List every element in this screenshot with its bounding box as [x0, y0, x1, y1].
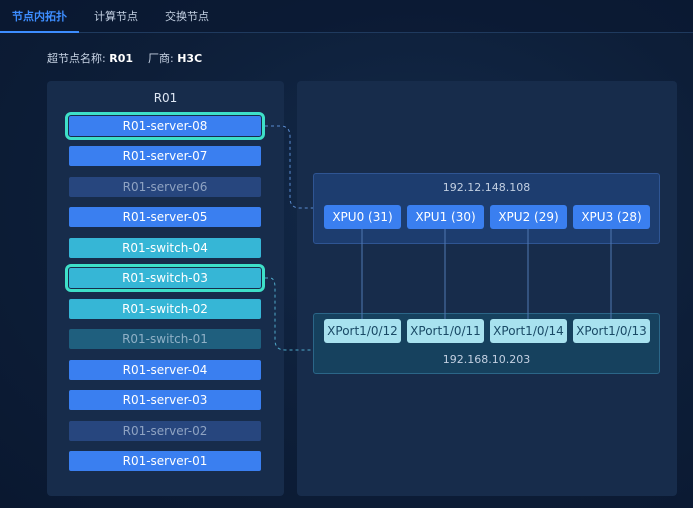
- xport-group-ip: 192.168.10.203: [442, 353, 531, 366]
- topology-panel: [297, 81, 677, 496]
- xpu-2[interactable]: XPU2 (29): [490, 205, 567, 229]
- xpu-1[interactable]: XPU1 (30): [407, 205, 484, 229]
- node-r01-switch-01[interactable]: R01-switch-01: [69, 329, 261, 349]
- node-r01-switch-04[interactable]: R01-switch-04: [69, 238, 261, 258]
- node-r01-server-07[interactable]: R01-server-07: [69, 146, 261, 166]
- super-node-info: 超节点名称: R01: [47, 50, 133, 66]
- node-r01-server-05[interactable]: R01-server-05: [69, 207, 261, 227]
- node-r01-server-02[interactable]: R01-server-02: [69, 421, 261, 441]
- node-list-title: R01: [153, 91, 178, 105]
- vendor-value: H3C: [177, 52, 203, 65]
- xpu-3[interactable]: XPU3 (28): [573, 205, 650, 229]
- xport-1-0-14[interactable]: XPort1/0/14: [490, 319, 567, 343]
- xport-1-0-13[interactable]: XPort1/0/13: [573, 319, 650, 343]
- vendor-label: 厂商:: [148, 52, 174, 65]
- node-r01-server-04[interactable]: R01-server-04: [69, 360, 261, 380]
- xport-1-0-11[interactable]: XPort1/0/11: [407, 319, 484, 343]
- node-r01-server-06[interactable]: R01-server-06: [69, 177, 261, 197]
- tab-switch-nodes[interactable]: 交换节点: [153, 0, 221, 32]
- super-node-name-value: R01: [109, 52, 133, 65]
- vendor-info: 厂商: H3C: [148, 50, 202, 66]
- tab-compute-nodes[interactable]: 计算节点: [79, 0, 153, 32]
- xpu-0[interactable]: XPU0 (31): [324, 205, 401, 229]
- xpu-group-ip: 192.12.148.108: [442, 181, 531, 194]
- node-r01-server-08[interactable]: R01-server-08: [65, 112, 265, 140]
- tab-bar: 节点内拓扑 计算节点 交换节点: [0, 0, 693, 33]
- node-r01-server-03[interactable]: R01-server-03: [69, 390, 261, 410]
- node-r01-switch-02[interactable]: R01-switch-02: [69, 299, 261, 319]
- xport-1-0-12[interactable]: XPort1/0/12: [324, 319, 401, 343]
- node-r01-switch-03[interactable]: R01-switch-03: [65, 264, 265, 292]
- node-r01-server-01[interactable]: R01-server-01: [69, 451, 261, 471]
- super-node-name-label: 超节点名称:: [47, 52, 106, 65]
- tab-node-topology[interactable]: 节点内拓扑: [0, 0, 79, 33]
